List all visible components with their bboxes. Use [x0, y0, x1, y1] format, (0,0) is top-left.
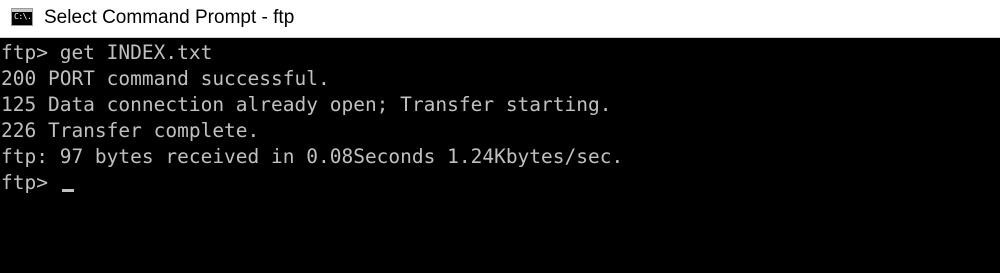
console-line: 200 PORT command successful. [1, 67, 330, 90]
console-line: ftp: 97 bytes received in 0.08Seconds 1.… [1, 145, 624, 168]
console-app-icon[interactable]: C:\. [11, 8, 33, 26]
console-line: 226 Transfer complete. [1, 119, 260, 142]
console-output[interactable]: ftp> get INDEX.txt 200 PORT command succ… [0, 39, 1000, 273]
console-line: ftp> get INDEX.txt [1, 41, 213, 64]
prompt-line[interactable]: ftp> [1, 170, 1000, 196]
window-title: Select Command Prompt - ftp [44, 7, 295, 28]
prompt-text: ftp> [1, 171, 60, 194]
title-bar[interactable]: C:\. Select Command Prompt - ftp [0, 0, 1000, 38]
icon-glyph: C:\. [14, 12, 32, 21]
console-line: 125 Data connection already open; Transf… [1, 93, 612, 116]
text-cursor [61, 189, 74, 192]
command-prompt-window: C:\. Select Command Prompt - ftp ftp> ge… [0, 0, 1000, 273]
